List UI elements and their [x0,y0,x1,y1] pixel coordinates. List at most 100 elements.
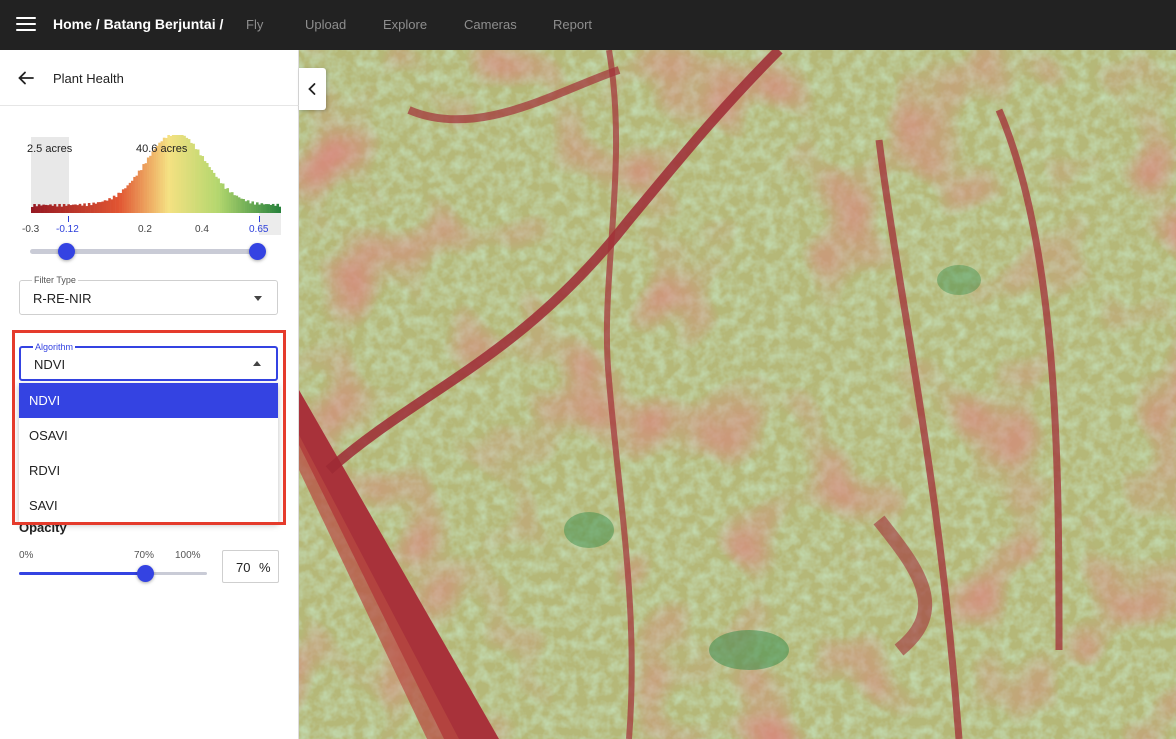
histogram-bar [126,185,130,213]
histogram-bar [69,205,73,213]
breadcrumb[interactable]: Home / Batang Berjuntai / [53,16,223,32]
opacity-unit: % [259,560,271,575]
histogram-bar [201,156,205,213]
histogram-bar [35,206,39,213]
histogram-bar [135,175,139,213]
histogram-bar [271,203,275,213]
histogram-bar [40,205,43,213]
histogram-bar [212,172,216,213]
histogram-bar [112,195,116,213]
histogram-bar [85,206,89,213]
opacity-input[interactable]: 70 % [222,550,279,583]
histogram-bar [31,207,34,213]
histogram-bar [90,205,93,213]
histogram-bar [235,195,239,213]
histogram-bar [244,201,248,213]
caret-down-icon [254,296,262,301]
range-min-handle[interactable] [58,243,75,260]
histogram-bar [251,201,255,213]
histogram-bar [221,183,225,213]
histogram-bar [192,143,195,213]
histogram-bar [53,204,57,213]
histogram-bar [101,201,105,213]
histogram-bar [140,170,143,213]
histogram-bar [249,203,252,213]
nav-report[interactable]: Report [553,17,592,32]
plant-health-map[interactable] [299,50,1176,739]
nav-cameras[interactable]: Cameras [464,17,517,32]
histogram-bar [217,178,220,213]
histogram-bar [44,204,48,213]
histogram-bar [96,202,100,213]
histogram-bar [65,205,68,213]
histogram-bar [81,205,84,213]
histogram-bar [215,176,218,213]
histogram-bar [258,204,261,213]
nav-upload[interactable]: Upload [305,17,346,32]
histogram-bar [94,203,98,213]
histogram-bar [108,198,111,213]
menu-icon[interactable] [16,15,36,33]
histogram-bar [199,155,202,213]
histogram-bar [149,155,152,213]
histogram-bar [124,188,127,213]
histogram-bar [87,202,91,213]
plant-health-panel: Plant Health 2.5 acres 40.6 acres -0.3 -… [0,50,299,739]
histogram-bar [269,204,273,213]
histogram-bar [274,205,277,213]
histogram-bar [33,204,36,213]
filter-type-select[interactable]: Filter Type R-RE-NIR [19,275,278,315]
histogram-bar [146,157,150,213]
tick-label-min: -0.12 [56,224,79,235]
opacity-input-value[interactable]: 70 [236,560,250,575]
histogram-bar [128,182,132,213]
histogram-bar [219,183,223,213]
histogram-bar [231,192,234,213]
histogram-bar [226,188,230,213]
histogram-bar [67,204,70,213]
histogram-bar [76,205,80,213]
nav-explore[interactable]: Explore [383,17,427,32]
opacity-slider-fill [19,572,146,575]
histogram-bar [210,170,214,213]
histogram-bar [37,204,41,213]
histogram-bar [110,199,114,213]
histogram-bar [240,198,243,213]
histogram-bar [156,145,159,213]
histogram-bar [224,188,227,213]
histogram-bar [276,203,280,213]
tick-label: -0.3 [22,224,40,235]
nav-fly[interactable]: Fly [246,17,263,32]
ndvi-map-image [299,50,1176,739]
histogram-bar [119,192,123,213]
histogram-bar [58,203,61,213]
histogram-bar [99,202,102,213]
histogram-bar [74,204,77,213]
acres-left-label: 2.5 acres [27,143,73,155]
histogram-bar [121,189,125,213]
histogram-bar [194,149,198,213]
histogram-bar [106,200,109,213]
acres-right-label: 40.6 acres [136,143,188,155]
filter-type-label: Filter Type [32,275,78,285]
highlight-box [12,330,286,525]
histogram-bar [71,204,75,213]
histogram-bar [78,203,82,213]
histogram-bar [56,206,59,213]
chevron-left-icon [308,83,316,95]
histogram-bar [62,204,66,213]
histogram-bar [103,200,107,213]
histogram-bar [190,142,193,213]
range-max-handle[interactable] [249,243,266,260]
panel-title: Plant Health [53,71,124,86]
opacity-slider-handle[interactable] [137,565,154,582]
opacity-max-label: 100% [175,550,201,561]
tick-label: 0.4 [195,224,209,235]
histogram-bar [60,206,64,213]
opacity-current-label: 70% [134,550,155,561]
arrow-left-icon[interactable] [16,68,36,88]
histogram-bar [208,167,211,213]
collapse-panel-button[interactable] [299,68,326,110]
histogram-bar [42,204,45,213]
tick-mark-min [68,216,69,222]
